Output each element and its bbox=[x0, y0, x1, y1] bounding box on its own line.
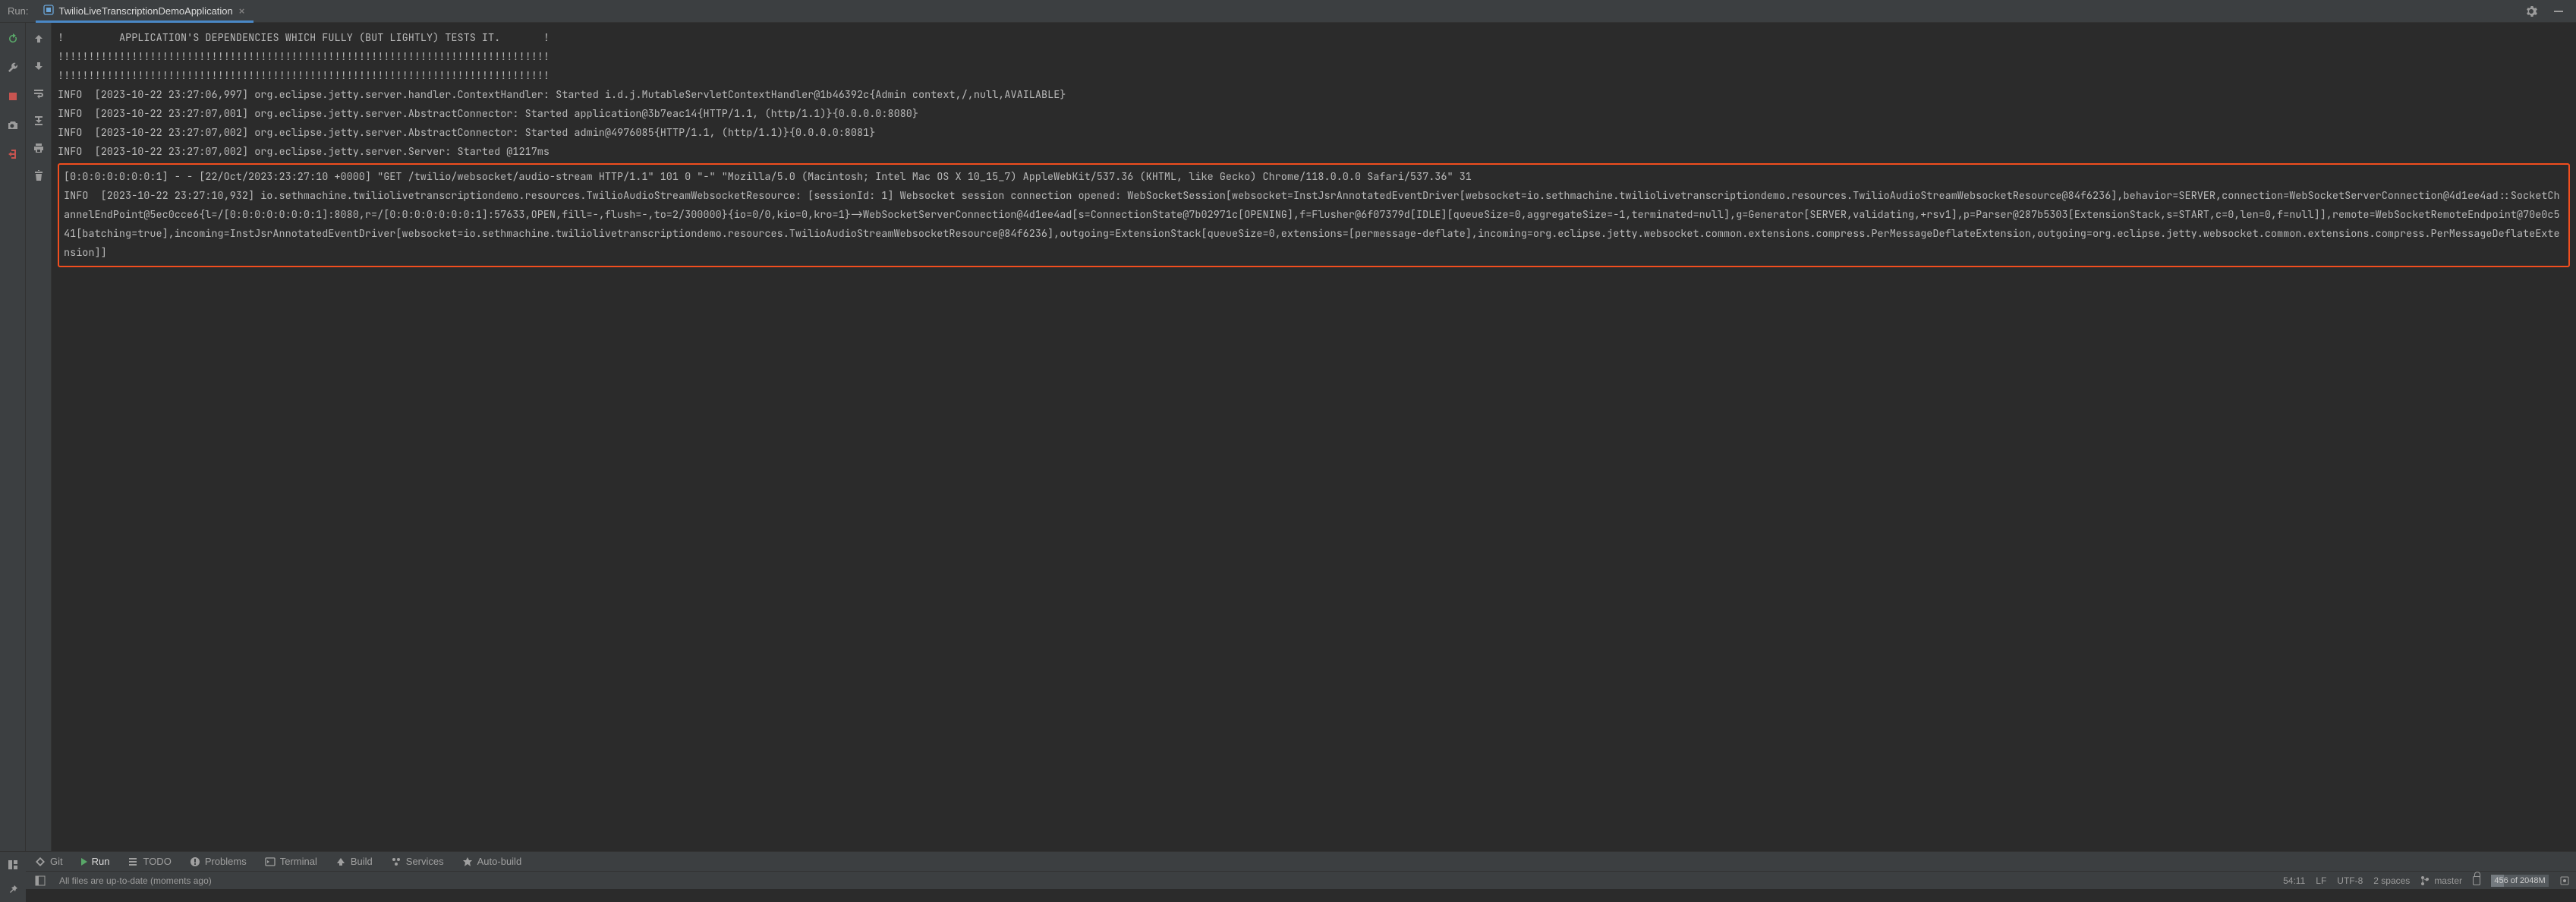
inspection-profile-icon[interactable] bbox=[2559, 875, 2570, 886]
indent-setting[interactable]: 2 spaces bbox=[2373, 875, 2410, 886]
autobuild-label: Auto-build bbox=[477, 856, 522, 867]
run-actions-gutter bbox=[0, 23, 26, 851]
services-label: Services bbox=[406, 856, 444, 867]
scroll-to-end-icon[interactable] bbox=[30, 112, 47, 129]
console-output[interactable]: ! APPLICATION'S DEPENDENCIES WHICH FULLY… bbox=[52, 23, 2576, 851]
services-toolwindow-button[interactable]: Services bbox=[382, 856, 453, 867]
branch-name: master bbox=[2434, 875, 2462, 886]
close-icon[interactable]: × bbox=[238, 5, 247, 17]
run-label: Run: bbox=[0, 0, 36, 22]
line-separator[interactable]: LF bbox=[2316, 875, 2326, 886]
minimize-icon[interactable] bbox=[2550, 3, 2567, 20]
bottom-tool-strip: Git Run TODO Problems Terminal bbox=[26, 851, 2576, 871]
memory-indicator[interactable]: 456 of 2048M bbox=[2491, 875, 2549, 887]
git-toolwindow-button[interactable]: Git bbox=[26, 856, 72, 867]
arrow-up-icon[interactable] bbox=[30, 30, 47, 47]
memory-text: 456 of 2048M bbox=[2494, 876, 2545, 885]
pin-icon[interactable] bbox=[5, 881, 21, 897]
lock-icon[interactable] bbox=[2473, 876, 2480, 885]
left-bottom-gutter bbox=[0, 851, 26, 902]
status-message: All files are up-to-date (moments ago) bbox=[59, 875, 212, 886]
todo-label: TODO bbox=[143, 856, 171, 867]
arrow-down-icon[interactable] bbox=[30, 58, 47, 74]
terminal-toolwindow-button[interactable]: Terminal bbox=[256, 856, 326, 867]
layout-icon[interactable] bbox=[5, 856, 21, 873]
git-branch[interactable]: master bbox=[2420, 875, 2462, 886]
tool-window-quick-access-icon[interactable] bbox=[32, 872, 49, 889]
print-icon[interactable] bbox=[30, 140, 47, 156]
run-config-tab[interactable]: TwilioLiveTranscriptionDemoApplication × bbox=[36, 0, 254, 22]
run-toolwindow-header: Run: TwilioLiveTranscriptionDemoApplicat… bbox=[0, 0, 2576, 23]
console-pre-lines: ! APPLICATION'S DEPENDENCIES WHICH FULLY… bbox=[58, 29, 2570, 162]
exit-icon[interactable] bbox=[5, 146, 21, 162]
trash-icon[interactable] bbox=[30, 167, 47, 184]
build-toolwindow-button[interactable]: Build bbox=[326, 856, 382, 867]
soft-wrap-icon[interactable] bbox=[30, 85, 47, 102]
file-encoding[interactable]: UTF-8 bbox=[2337, 875, 2363, 886]
app-icon bbox=[43, 5, 54, 17]
play-icon bbox=[81, 858, 87, 866]
run-toolwindow-button[interactable]: Run bbox=[72, 856, 119, 867]
git-label: Git bbox=[50, 856, 63, 867]
camera-icon[interactable] bbox=[5, 117, 21, 134]
autobuild-toolwindow-button[interactable]: Auto-build bbox=[453, 856, 531, 867]
build-label: Build bbox=[351, 856, 373, 867]
tab-title: TwilioLiveTranscriptionDemoApplication bbox=[58, 5, 232, 17]
wrench-icon[interactable] bbox=[5, 59, 21, 76]
problems-label: Problems bbox=[205, 856, 247, 867]
status-bar: All files are up-to-date (moments ago) 5… bbox=[26, 871, 2576, 889]
todo-toolwindow-button[interactable]: TODO bbox=[118, 856, 180, 867]
problems-toolwindow-button[interactable]: Problems bbox=[181, 856, 256, 867]
console-actions-gutter bbox=[26, 23, 52, 851]
highlighted-log-block: [0:0:0:0:0:0:0:1] - - [22/Oct/2023:23:27… bbox=[58, 163, 2570, 267]
caret-position[interactable]: 54:11 bbox=[2283, 875, 2305, 886]
run-label-btm: Run bbox=[92, 856, 110, 867]
stop-icon[interactable] bbox=[5, 88, 21, 105]
highlighted-log-text: [0:0:0:0:0:0:0:1] - - [22/Oct/2023:23:27… bbox=[64, 168, 2564, 263]
rerun-icon[interactable] bbox=[5, 30, 21, 47]
run-toolwindow-body: ! APPLICATION'S DEPENDENCIES WHICH FULLY… bbox=[0, 23, 2576, 851]
gear-icon[interactable] bbox=[2523, 3, 2540, 20]
terminal-label: Terminal bbox=[280, 856, 317, 867]
